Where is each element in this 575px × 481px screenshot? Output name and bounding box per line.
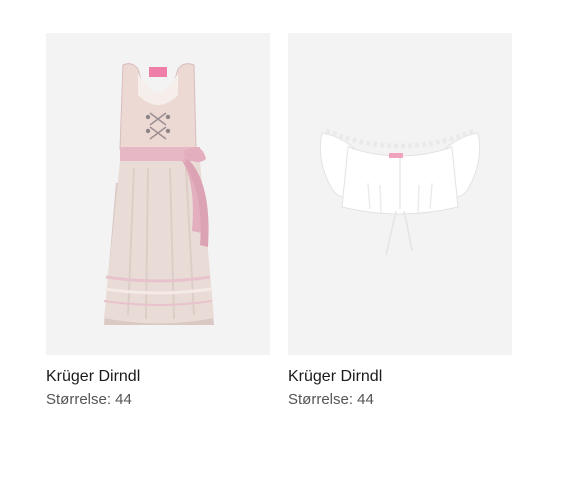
product-title[interactable]: Krüger Dirndl	[288, 367, 512, 387]
product-size: Størrelse: 44	[288, 391, 374, 408]
product-card[interactable]: Krüger Dirndl Størrelse: 44	[46, 33, 270, 410]
product-card[interactable]: Krüger Dirndl Størrelse: 44	[288, 33, 512, 410]
dirndl-blouse-image	[319, 128, 481, 256]
product-size: Størrelse: 44	[46, 391, 132, 408]
product-title[interactable]: Krüger Dirndl	[46, 367, 270, 387]
product-image-dirndl-dress[interactable]	[46, 33, 270, 355]
dirndl-dress-image	[103, 63, 214, 325]
product-image-dirndl-blouse[interactable]	[288, 33, 512, 355]
